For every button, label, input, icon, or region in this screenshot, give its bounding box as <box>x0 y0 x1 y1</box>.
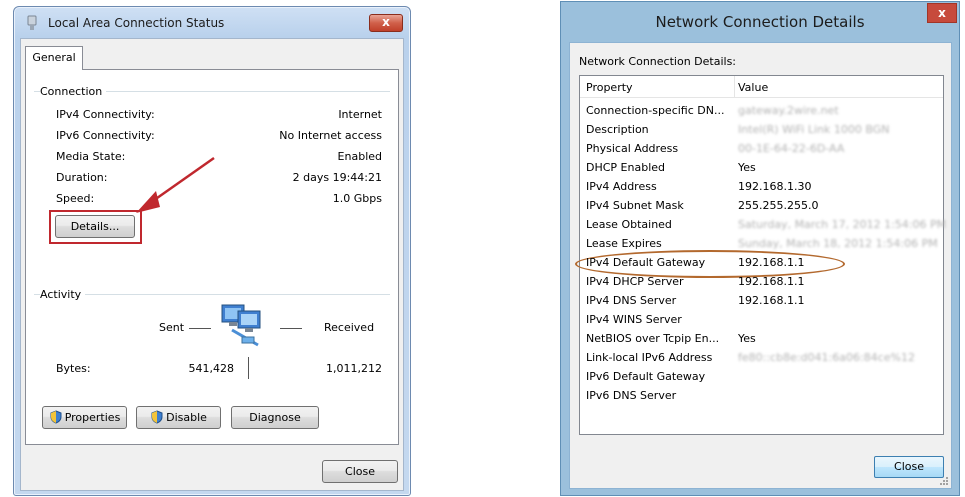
row-value: Intel(R) WiFi Link 1000 BGN <box>738 123 890 136</box>
properties-button[interactable]: Properties <box>42 406 127 429</box>
row-value: 00-1E-64-22-6D-AA <box>738 142 845 155</box>
row-value: 192.168.1.1 <box>738 256 805 269</box>
list-row[interactable]: DHCP Enabled Yes <box>580 159 943 178</box>
row-property: IPv4 DHCP Server <box>586 275 684 288</box>
row-value: 192.168.1.1 <box>738 275 805 288</box>
red-arrow-annotation <box>136 156 215 213</box>
list-row[interactable]: Physical Address 00-1E-64-22-6D-AA <box>580 140 943 159</box>
details-list[interactable]: Property Value Connection-specific DN...… <box>575 75 947 435</box>
speed-value: 1.0 Gbps <box>332 192 382 205</box>
network-adapter-icon <box>27 15 37 30</box>
network-computers-icon <box>221 304 261 347</box>
disable-button[interactable]: Disable <box>136 406 221 429</box>
row-value: Sunday, March 18, 2012 1:54:06 PM <box>738 237 938 250</box>
title-bar[interactable]: Local Area Connection Status x <box>14 7 410 37</box>
row-value: 192.168.1.1 <box>738 294 805 307</box>
ipv6-connectivity-label: IPv6 Connectivity: <box>56 129 155 142</box>
activity-group-line <box>34 294 390 295</box>
list-row[interactable]: IPv6 DNS Server <box>580 387 943 406</box>
speed-label: Speed: <box>56 192 95 205</box>
list-row[interactable]: Link-local IPv6 Address fe80::cb8e:d041:6… <box>580 349 943 368</box>
row-value: 255.255.255.0 <box>738 199 819 212</box>
details-button[interactable]: Details... <box>55 215 135 238</box>
row-property: IPv6 DNS Server <box>586 389 677 402</box>
row-property: Lease Obtained <box>586 218 672 231</box>
details-caption: Network Connection Details: <box>579 55 737 68</box>
window-client-area: General Connection IPv4 Connectivity: In… <box>20 38 404 491</box>
row-value: fe80::cb8e:d041:6a06:84ce%12 <box>738 351 915 364</box>
received-line <box>280 328 302 329</box>
column-header-property[interactable]: Property <box>586 81 633 94</box>
row-value: 192.168.1.30 <box>738 180 812 193</box>
received-label: Received <box>324 321 375 334</box>
list-row[interactable]: Connection-specific DN... gateway.2wire.n… <box>580 102 943 121</box>
list-row[interactable]: Lease Obtained Saturday, March 17, 2012 1… <box>580 216 947 235</box>
media-state-label: Media State: <box>56 150 126 163</box>
list-row[interactable]: IPv6 Default Gateway <box>580 368 943 387</box>
window-title: Network Connection Details <box>655 13 865 31</box>
window-title: Local Area Connection Status <box>48 16 225 30</box>
row-value: gateway.2wire.net <box>738 104 839 117</box>
list-row[interactable]: IPv4 DHCP Server 192.168.1.1 <box>580 273 943 292</box>
row-property: Description <box>586 123 649 136</box>
tab-general[interactable]: General <box>25 46 83 70</box>
ipv4-connectivity-value: Internet <box>338 108 382 121</box>
resize-grip-icon[interactable] <box>939 476 949 486</box>
uac-shield-icon <box>151 410 163 424</box>
column-divider[interactable] <box>734 76 735 98</box>
row-property: IPv4 DNS Server <box>586 294 677 307</box>
close-button[interactable]: Close <box>322 460 398 483</box>
list-row[interactable]: IPv4 WINS Server <box>580 311 943 330</box>
ipv4-connectivity-label: IPv4 Connectivity: <box>56 108 155 121</box>
list-row[interactable]: IPv4 DNS Server 192.168.1.1 <box>580 292 943 311</box>
list-row[interactable]: NetBIOS over Tcpip En... Yes <box>580 330 943 349</box>
row-property: IPv6 Default Gateway <box>586 370 706 383</box>
row-property: DHCP Enabled <box>586 161 666 174</box>
duration-label: Duration: <box>56 171 108 184</box>
row-property: Physical Address <box>586 142 679 155</box>
row-property: Connection-specific DN... <box>586 104 725 117</box>
activity-heading: Activity <box>40 288 86 301</box>
sent-line <box>189 328 211 329</box>
ipv6-connectivity-value: No Internet access <box>279 129 382 142</box>
row-value: Yes <box>738 161 756 174</box>
row-property: IPv4 Address <box>586 180 657 193</box>
row-property: NetBIOS over Tcpip En... <box>586 332 720 345</box>
row-property: IPv4 Subnet Mask <box>586 199 684 212</box>
general-tab-panel: Connection IPv4 Connectivity: Internet I… <box>25 69 399 445</box>
row-value: Yes <box>738 332 756 345</box>
properties-button-label: Properties <box>64 411 121 424</box>
row-property: IPv4 Default Gateway <box>586 256 706 269</box>
bytes-sent-value: 541,428 <box>188 362 235 375</box>
column-header-value[interactable]: Value <box>738 81 768 94</box>
list-row[interactable]: Description Intel(R) WiFi Link 1000 BGN <box>580 121 943 140</box>
row-value: Saturday, March 17, 2012 1:54:06 PM <box>738 218 947 231</box>
bytes-label: Bytes: <box>56 362 91 375</box>
bytes-divider <box>248 357 249 379</box>
row-property: Lease Expires <box>586 237 662 250</box>
row-property: Link-local IPv6 Address <box>586 351 713 364</box>
list-row[interactable]: IPv4 Address 192.168.1.30 <box>580 178 943 197</box>
list-row-default-gateway[interactable]: IPv4 Default Gateway 192.168.1.1 <box>575 250 943 278</box>
window-client-area: Network Connection Details: Property Val… <box>569 42 952 489</box>
bytes-received-value: 1,011,212 <box>326 362 382 375</box>
connection-heading: Connection <box>40 85 107 98</box>
close-button[interactable]: Close <box>874 456 944 478</box>
diagnose-button[interactable]: Diagnose <box>231 406 319 429</box>
network-connection-details-window: Network Connection Details x Network Con… <box>560 1 960 496</box>
media-state-value: Enabled <box>337 150 382 163</box>
close-window-button[interactable]: x <box>369 14 403 32</box>
duration-value: 2 days 19:44:21 <box>292 171 382 184</box>
close-window-button[interactable]: x <box>927 3 957 23</box>
list-header: Property Value <box>580 76 943 98</box>
sent-label: Sent <box>159 321 185 334</box>
row-property: IPv4 WINS Server <box>586 313 682 326</box>
list-row[interactable]: IPv4 Subnet Mask 255.255.255.0 <box>580 197 943 216</box>
disable-button-label: Disable <box>166 411 207 424</box>
uac-shield-icon <box>50 410 62 424</box>
local-area-connection-status-window: Local Area Connection Status x General C… <box>13 6 411 496</box>
